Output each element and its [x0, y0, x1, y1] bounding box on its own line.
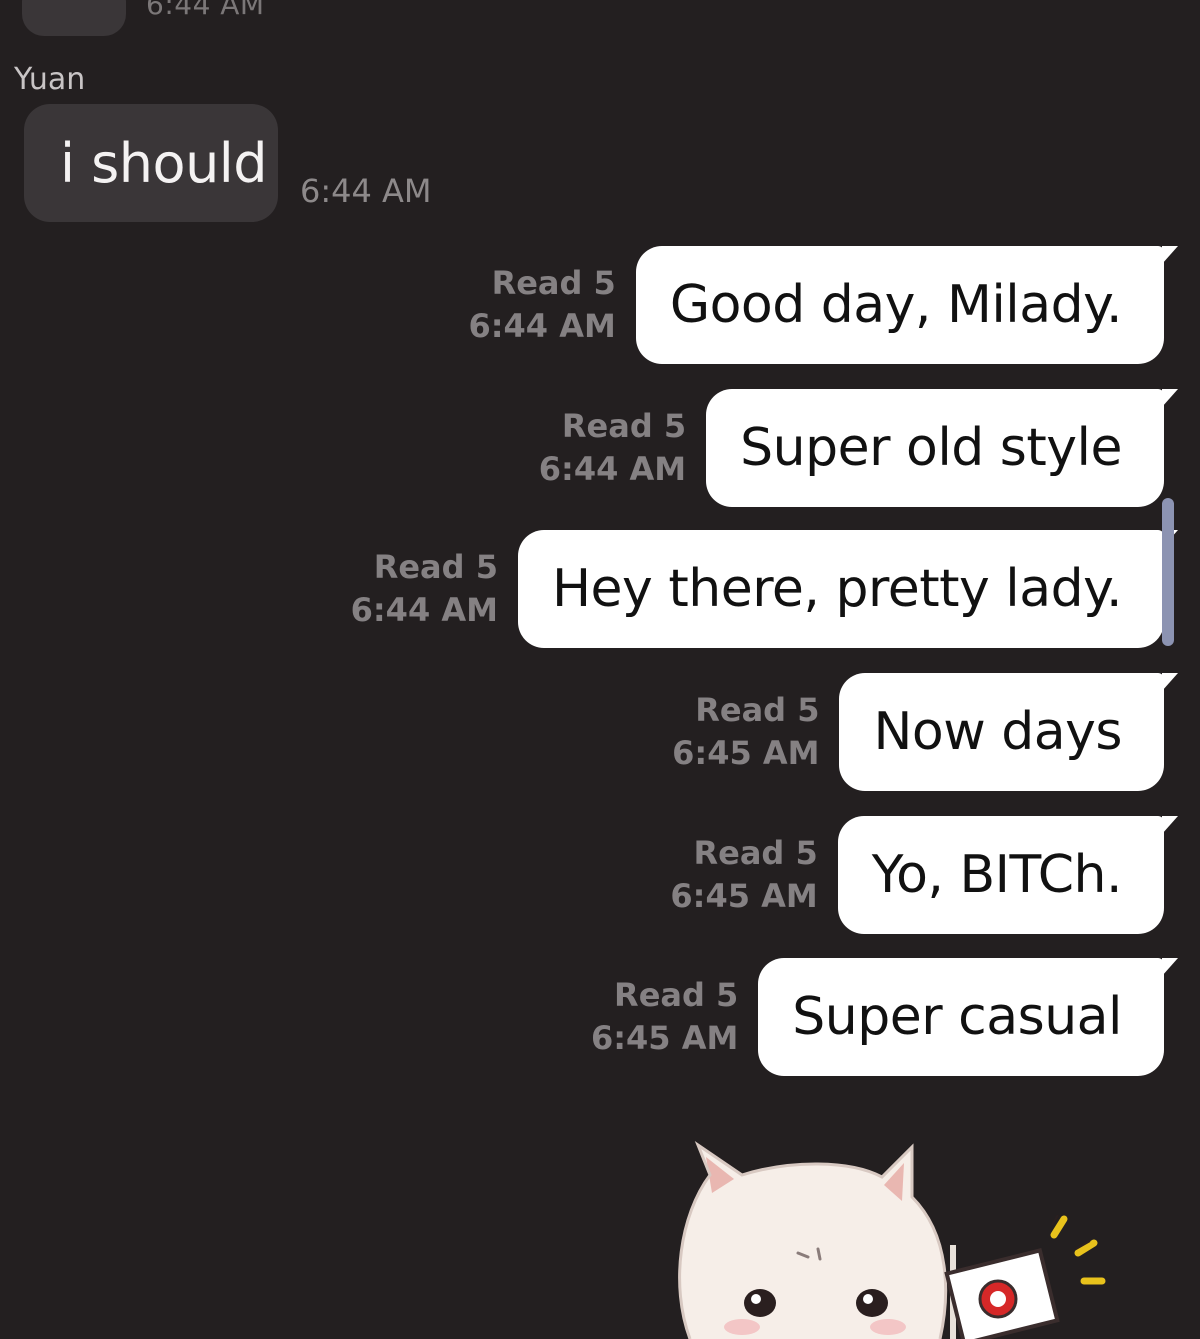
message-meta: Read 5 6:45 AM	[591, 974, 738, 1060]
read-receipt: Read 5	[373, 548, 498, 586]
read-receipt: Read 5	[693, 834, 818, 872]
incoming-message-bubble[interactable]: i should	[24, 104, 278, 222]
outgoing-message-bubble[interactable]: Yo, BITCh.	[837, 816, 1179, 934]
previous-message-time: 6:44 AM	[146, 0, 265, 21]
outgoing-message-row: Read 5 6:45 AM Yo, BITCh.	[670, 816, 1179, 934]
outgoing-message-bubble[interactable]: Super casual	[758, 958, 1178, 1076]
outgoing-message-text: Now days	[873, 702, 1122, 762]
message-time: 6:45 AM	[672, 734, 820, 772]
message-meta: Read 5 6:44 AM	[351, 546, 498, 632]
read-receipt: Read 5	[491, 264, 616, 302]
message-meta: Read 5 6:44 AM	[539, 405, 686, 491]
outgoing-message-text: Super casual	[792, 987, 1122, 1047]
previous-message-bubble[interactable]	[22, 0, 126, 36]
cat-sticker[interactable]	[650, 1135, 1120, 1339]
outgoing-message-bubble[interactable]: Super old style	[706, 389, 1178, 507]
outgoing-message-bubble[interactable]: Good day, Milady.	[635, 246, 1179, 364]
outgoing-message-bubble[interactable]: Hey there, pretty lady.	[517, 530, 1179, 648]
message-time: 6:44 AM	[350, 591, 498, 629]
message-time: 6:45 AM	[670, 877, 818, 915]
outgoing-message-row: Read 5 6:44 AM Super old style	[539, 389, 1178, 507]
message-time: 6:44 AM	[468, 307, 616, 345]
message-meta: Read 5 6:44 AM	[468, 262, 615, 348]
outgoing-message-bubble[interactable]: Now days	[839, 673, 1178, 791]
scrollbar[interactable]	[1162, 498, 1174, 646]
message-time: 6:45 AM	[590, 1019, 739, 1057]
sender-name: Yuan	[14, 62, 86, 97]
outgoing-message-row: Read 5 6:44 AM Hey there, pretty lady.	[351, 530, 1179, 648]
incoming-message-time: 6:44 AM	[300, 172, 432, 210]
outgoing-message-row: Read 5 6:45 AM Super casual	[591, 958, 1178, 1076]
outgoing-message-text: Hey there, pretty lady.	[551, 559, 1123, 619]
outgoing-message-text: Yo, BITCh.	[871, 845, 1123, 905]
outgoing-message-row: Read 5 6:44 AM Good day, Milady.	[468, 246, 1179, 364]
incoming-message-text: i should	[60, 131, 268, 195]
cat-holding-flag-icon	[678, 1140, 1106, 1339]
outgoing-message-text: Good day, Milady.	[669, 275, 1123, 335]
chat-screen: 6:44 AM Yuan i should 6:44 AM Read 5 6:4…	[0, 0, 1200, 1339]
read-receipt: Read 5	[614, 976, 739, 1014]
message-meta: Read 5 6:45 AM	[672, 689, 819, 775]
read-receipt: Read 5	[695, 691, 820, 729]
message-meta: Read 5 6:45 AM	[670, 832, 817, 918]
outgoing-message-text: Super old style	[740, 418, 1122, 478]
message-time: 6:44 AM	[538, 450, 687, 488]
outgoing-message-row: Read 5 6:45 AM Now days	[672, 673, 1178, 791]
read-receipt: Read 5	[561, 407, 687, 445]
